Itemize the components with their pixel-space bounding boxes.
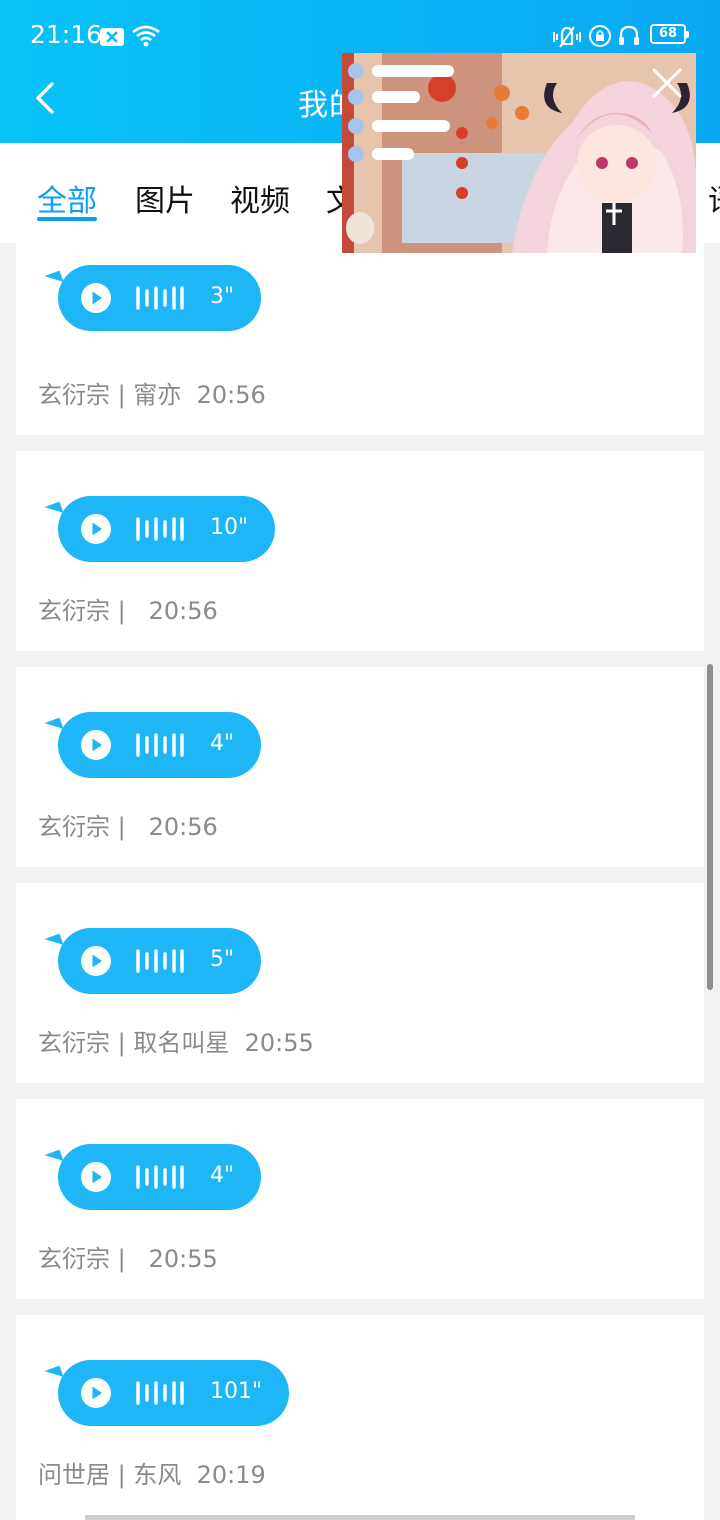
voice-duration: 10" xyxy=(210,515,249,540)
list-item[interactable]: 3" 玄衍宗 | 甯亦 20:56 xyxy=(16,235,704,435)
play-icon xyxy=(81,1378,111,1408)
bubble-tail xyxy=(44,1365,64,1383)
play-icon xyxy=(81,730,111,760)
tab-images[interactable]: 图片 xyxy=(135,176,195,220)
bubble-tail xyxy=(44,933,64,951)
voice-wave-icon xyxy=(136,733,184,757)
list-item[interactable]: 4" 玄衍宗 | 20:56 xyxy=(16,667,704,867)
tab-voice[interactable]: 语 xyxy=(708,176,720,220)
notification-x-icon xyxy=(100,28,124,46)
tab-videos[interactable]: 视频 xyxy=(230,176,290,220)
play-icon xyxy=(81,1162,111,1192)
tab-all[interactable]: 全部 xyxy=(37,176,97,220)
voice-message-button[interactable]: 4" xyxy=(44,712,261,778)
item-meta: 玄衍宗 | 取名叫星 20:55 xyxy=(38,1029,314,1057)
active-tab-indicator xyxy=(37,217,97,221)
voice-message-button[interactable]: 3" xyxy=(44,265,261,331)
play-icon xyxy=(81,283,111,313)
bubble-tail xyxy=(44,501,64,519)
scrollbar[interactable] xyxy=(707,664,713,990)
play-icon xyxy=(81,514,111,544)
play-icon xyxy=(81,946,111,976)
voice-wave-icon xyxy=(136,286,184,310)
voice-wave-icon xyxy=(136,1381,184,1405)
bubble-tail xyxy=(44,1149,64,1167)
voice-wave-icon xyxy=(136,949,184,973)
pip-video-window[interactable] xyxy=(342,53,696,253)
voice-message-button[interactable]: 10" xyxy=(44,496,275,562)
item-meta: 玄衍宗 | 20:55 xyxy=(38,1245,218,1273)
lock-rotation-icon xyxy=(589,25,611,47)
bubble-tail xyxy=(44,717,64,735)
list-item[interactable]: 4" 玄衍宗 | 20:55 xyxy=(16,1099,704,1299)
close-icon[interactable] xyxy=(650,66,684,100)
voice-wave-icon xyxy=(136,517,184,541)
bottom-divider xyxy=(85,1515,635,1520)
list-item[interactable]: 101" 问世居 | 东风 20:19 xyxy=(16,1315,704,1520)
item-meta: 玄衍宗 | 20:56 xyxy=(38,813,218,841)
voice-message-button[interactable]: 5" xyxy=(44,928,261,994)
voice-duration: 3" xyxy=(210,284,235,309)
list-item[interactable]: 10" 玄衍宗 | 20:56 xyxy=(16,451,704,651)
headphones-icon xyxy=(619,25,639,45)
voice-message-button[interactable]: 4" xyxy=(44,1144,261,1210)
pip-video-frame xyxy=(342,53,696,253)
item-meta: 问世居 | 东风 20:19 xyxy=(38,1461,266,1489)
voice-duration: 5" xyxy=(210,947,235,972)
voice-duration: 101" xyxy=(210,1379,263,1404)
list-item[interactable]: 5" 玄衍宗 | 取名叫星 20:55 xyxy=(16,883,704,1083)
wifi-icon xyxy=(132,25,160,47)
status-time: 21:16 xyxy=(30,20,103,49)
voice-duration: 4" xyxy=(210,731,235,756)
item-meta: 玄衍宗 | 甯亦 20:56 xyxy=(38,381,266,409)
voice-message-button[interactable]: 101" xyxy=(44,1360,289,1426)
voice-wave-icon xyxy=(136,1165,184,1189)
bubble-tail xyxy=(44,270,64,288)
item-meta: 玄衍宗 | 20:56 xyxy=(38,597,218,625)
battery-indicator: 68 xyxy=(650,24,689,44)
voice-duration: 4" xyxy=(210,1163,235,1188)
vibrate-bell-icon xyxy=(553,26,581,48)
